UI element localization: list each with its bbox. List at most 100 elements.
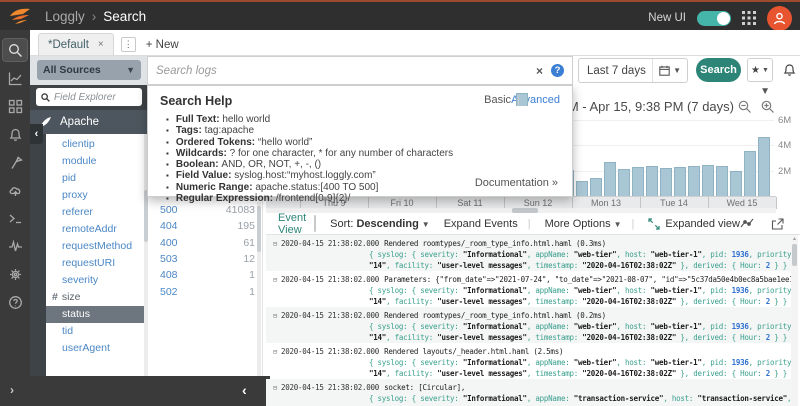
volume-bar[interactable] xyxy=(758,137,770,196)
chevron-down-icon: ▼ xyxy=(422,220,430,229)
field-explorer-placeholder: Field Explorer xyxy=(54,92,116,103)
field-item-module[interactable]: module xyxy=(46,153,144,170)
collapse-event-icon[interactable]: ⊟ xyxy=(273,348,277,356)
log-event-row[interactable]: ⊟2020-04-15 21:38:02.000Rendered roomtyp… xyxy=(266,307,791,343)
nav-help-icon[interactable] xyxy=(0,288,30,316)
field-item-tid[interactable]: tid xyxy=(46,323,144,340)
more-options-dropdown[interactable]: More Options▼ xyxy=(545,218,622,230)
new-ui-toggle[interactable] xyxy=(697,11,731,26)
expanded-view-button[interactable]: Expanded view xyxy=(648,218,740,230)
value-row-404[interactable]: 404195 xyxy=(151,218,255,234)
volume-bar[interactable] xyxy=(618,169,630,196)
field-group-apache[interactable]: Apache xyxy=(30,110,148,134)
field-item-requestMethod[interactable]: requestMethod xyxy=(46,238,144,255)
volume-bar[interactable] xyxy=(702,165,714,196)
volume-bar[interactable] xyxy=(646,166,658,196)
field-panel-gutter xyxy=(30,134,46,376)
nav-alerts-icon[interactable] xyxy=(0,120,30,148)
field-item-severity[interactable]: severity xyxy=(46,272,144,289)
event-json-line: "14", facility: "user-level messages", t… xyxy=(369,332,785,343)
field-item-status[interactable]: status xyxy=(46,306,144,323)
volume-bar[interactable] xyxy=(576,181,588,196)
user-avatar[interactable] xyxy=(767,6,792,31)
volume-bar[interactable] xyxy=(604,162,616,196)
field-item-proxy[interactable]: proxy xyxy=(46,187,144,204)
documentation-link[interactable]: Documentation » xyxy=(475,177,558,189)
field-item-pid[interactable]: pid xyxy=(46,170,144,187)
collapse-event-icon[interactable]: ⊟ xyxy=(273,384,277,392)
sort-dropdown[interactable]: Sort: Descending▼ xyxy=(330,218,430,230)
all-sources-dropdown[interactable]: All Sources ▼ xyxy=(37,60,141,80)
panel-collapse-chevron-icon[interactable]: ‹ xyxy=(242,382,247,398)
field-explorer-search-input[interactable]: Field Explorer xyxy=(36,88,142,106)
axis-day-label: Tue 14 xyxy=(640,198,708,208)
list-view-icon[interactable] xyxy=(315,216,316,231)
volume-bar[interactable] xyxy=(632,167,644,196)
volume-bar[interactable] xyxy=(674,167,686,196)
search-logs-input[interactable]: Search logs × ? xyxy=(147,56,573,85)
value-row-500[interactable]: 50041083 xyxy=(151,202,255,218)
collapse-event-icon[interactable]: ⊟ xyxy=(273,312,277,320)
chart-toggle-icon[interactable] xyxy=(740,218,754,229)
field-item-referer[interactable]: referer xyxy=(46,204,144,221)
nav-archive-cloud-icon[interactable] xyxy=(0,176,30,204)
left-nav-rail xyxy=(0,30,30,406)
log-event-row[interactable]: ⊟2020-04-15 21:38:02.000Rendered roomtyp… xyxy=(266,235,791,271)
chevron-down-icon: ▼ xyxy=(126,65,135,75)
volume-bar[interactable] xyxy=(744,151,756,196)
close-icon[interactable]: × xyxy=(536,64,543,78)
value-row-502[interactable]: 5021 xyxy=(151,284,255,300)
tab-options-icon[interactable]: ⋮ xyxy=(121,37,136,52)
search-button[interactable]: Search xyxy=(696,58,741,82)
nav-charts-icon[interactable] xyxy=(0,64,30,92)
tab-close-icon[interactable]: × xyxy=(98,39,104,50)
view-toggle-group xyxy=(314,215,316,232)
time-range-dropdown[interactable]: Last 7 days ▼ xyxy=(578,58,688,83)
field-item-clientip[interactable]: clientip xyxy=(46,136,144,153)
help-badge-icon[interactable]: ? xyxy=(551,64,564,77)
log-event-row[interactable]: ⊟2020-04-15 21:38:02.000Parameters: {"fr… xyxy=(266,271,791,307)
field-item-userAgent[interactable]: userAgent xyxy=(46,340,144,357)
volume-bar[interactable] xyxy=(730,171,742,196)
new-ui-label: New UI xyxy=(648,12,686,24)
event-message: Parameters: {"from_date"=>"2021-07-24", … xyxy=(384,275,791,284)
nav-settings-gear-icon[interactable] xyxy=(0,260,30,288)
volume-bar[interactable] xyxy=(590,178,602,196)
nav-pulse-icon[interactable] xyxy=(0,232,30,260)
field-item-requestURI[interactable]: requestURI xyxy=(46,255,144,272)
help-item: Regular Expression: /frontend[0-9]{2}/ xyxy=(166,193,560,204)
alerts-bell-button[interactable] xyxy=(779,58,799,82)
values-scrollbar[interactable] xyxy=(257,202,261,376)
saved-searches-button[interactable]: ★ ▼ xyxy=(747,58,773,82)
tab-default[interactable]: *Default × xyxy=(38,33,114,55)
panel-collapse-handle[interactable]: ‹ xyxy=(30,124,43,144)
event-list-scrollbar[interactable]: ▲ xyxy=(791,235,798,406)
field-item-size[interactable]: #size xyxy=(46,289,144,306)
new-tab-button[interactable]: + New xyxy=(146,39,179,51)
rail-expand-chevron-icon[interactable]: › xyxy=(10,383,14,397)
breadcrumb-brand[interactable]: Loggly xyxy=(45,9,85,24)
volume-bar[interactable] xyxy=(688,166,700,196)
collapse-event-icon[interactable]: ⊟ xyxy=(273,240,277,248)
field-item-remoteAddr[interactable]: remoteAddr xyxy=(46,221,144,238)
all-sources-label: All Sources xyxy=(43,64,101,76)
collapse-event-icon[interactable]: ⊟ xyxy=(273,276,277,284)
search-help-popup: Search Help Basic|Advanced Full Text: he… xyxy=(147,85,573,197)
nav-terminal-icon[interactable] xyxy=(0,204,30,232)
value-row-408[interactable]: 4081 xyxy=(151,267,255,283)
event-list: ⊟2020-04-15 21:38:02.000Rendered roomtyp… xyxy=(266,235,791,406)
volume-bar[interactable] xyxy=(660,168,672,196)
top-header: Loggly›Search New UI xyxy=(0,0,800,30)
log-event-row[interactable]: ⊟2020-04-15 21:38:02.000Rendered layouts… xyxy=(266,343,791,379)
nav-dashboards-icon[interactable] xyxy=(0,92,30,120)
app-grid-icon[interactable] xyxy=(742,11,756,25)
value-row-400[interactable]: 40061 xyxy=(151,235,255,251)
export-icon[interactable] xyxy=(771,218,784,230)
nav-source-setup-icon[interactable] xyxy=(0,148,30,176)
help-mode-basic[interactable]: Basic xyxy=(484,94,511,106)
value-row-503[interactable]: 50312 xyxy=(151,251,255,267)
nav-search-icon[interactable] xyxy=(3,39,27,61)
log-event-row[interactable]: ⊟2020-04-15 21:38:02.000socket: [Circula… xyxy=(266,379,791,406)
expand-events-button[interactable]: Expand Events xyxy=(444,218,518,230)
volume-bar[interactable] xyxy=(716,166,728,196)
